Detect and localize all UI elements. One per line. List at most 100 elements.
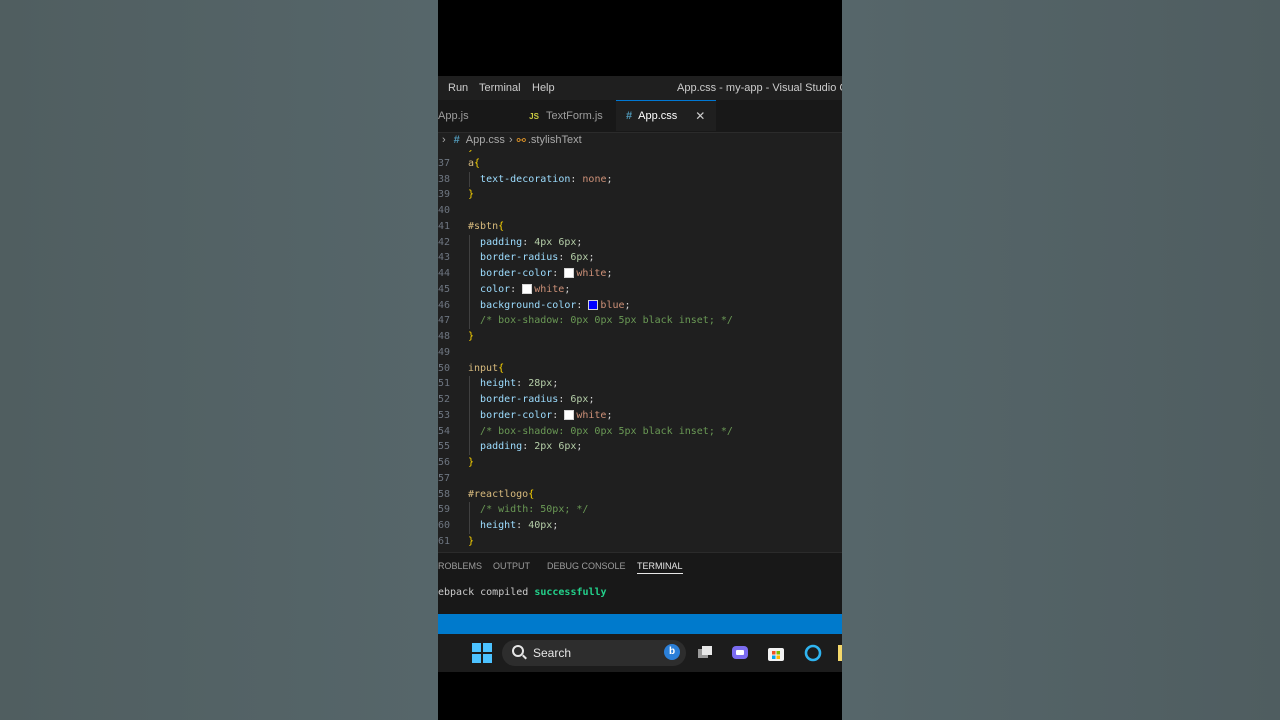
code-text: border-radius: 6px; bbox=[480, 394, 595, 405]
tab-label: TextForm.js bbox=[545, 110, 603, 122]
selector-symbol-icon: ⚯ bbox=[516, 134, 526, 147]
window-title: App.css - my-app - Visual Studio Code bbox=[677, 82, 842, 94]
code-line[interactable]: 60 height: 40px; bbox=[438, 518, 842, 533]
code-line[interactable]: 36} bbox=[438, 150, 842, 155]
breadcrumb: › # App.css › ⚯ .stylishText bbox=[438, 132, 842, 148]
code-line[interactable]: 54 /* box-shadow: 0px 0px 5px black inse… bbox=[438, 424, 842, 439]
breadcrumb-file[interactable]: App.css bbox=[466, 134, 505, 146]
line-number: 49 bbox=[438, 346, 450, 358]
code-line[interactable]: 55 padding: 2px 6px; bbox=[438, 439, 842, 454]
code-line[interactable]: 46 background-color: blue; bbox=[438, 298, 842, 313]
video-backdrop-left bbox=[0, 0, 438, 720]
code-line[interactable]: 43 border-radius: 6px; bbox=[438, 250, 842, 265]
line-number: 42 bbox=[438, 236, 450, 248]
code-line[interactable]: 38 text-decoration: none; bbox=[438, 172, 842, 187]
taskbar-search[interactable]: Search b bbox=[502, 640, 686, 666]
js-file-icon: JS bbox=[529, 111, 539, 121]
task-view-icon[interactable] bbox=[696, 644, 714, 662]
indent-guide bbox=[469, 171, 470, 188]
line-number: 57 bbox=[438, 472, 450, 484]
editor-tabs: App.js JS TextForm.js # App.css ✕ bbox=[438, 100, 842, 133]
code-text: /* width: 50px; */ bbox=[480, 504, 589, 516]
code-text: height: 28px; bbox=[480, 378, 559, 390]
line-number: 41 bbox=[438, 220, 450, 232]
line-number: 44 bbox=[438, 268, 450, 279]
code-text: border-color: white; bbox=[480, 268, 613, 279]
terminal-text: ebpack compiled bbox=[438, 587, 535, 598]
tab-terminal[interactable]: TERMINAL bbox=[637, 561, 683, 574]
tab-textform-js[interactable]: JS TextForm.js bbox=[516, 100, 616, 132]
line-number: 43 bbox=[438, 252, 450, 264]
status-bar bbox=[438, 614, 842, 634]
code-text: /* box-shadow: 0px 0px 5px black inset; … bbox=[480, 315, 733, 327]
code-line[interactable]: 48} bbox=[438, 329, 842, 344]
teams-chat-icon[interactable] bbox=[731, 644, 749, 662]
code-line[interactable]: 37 a{ bbox=[438, 156, 842, 171]
windows-taskbar: Search b bbox=[438, 634, 842, 672]
code-line[interactable]: 41 #sbtn{ bbox=[438, 219, 842, 234]
code-line[interactable]: 40 bbox=[438, 203, 842, 218]
tab-app-css[interactable]: # App.css ✕ bbox=[616, 100, 716, 131]
menu-help[interactable]: Help bbox=[532, 82, 555, 94]
microsoft-store-icon[interactable] bbox=[767, 644, 785, 662]
code-line[interactable]: 51 height: 28px; bbox=[438, 376, 842, 391]
line-number: 58 bbox=[438, 488, 450, 500]
cortana-icon[interactable] bbox=[804, 644, 822, 662]
code-line[interactable]: 49 bbox=[438, 345, 842, 360]
line-number: 46 bbox=[438, 299, 450, 311]
breadcrumb-symbol[interactable]: .stylishText bbox=[528, 134, 582, 146]
menu-run[interactable]: Run bbox=[448, 82, 468, 94]
menu-terminal[interactable]: Terminal bbox=[479, 82, 521, 94]
file-explorer-icon[interactable] bbox=[838, 645, 842, 661]
vscode-window: Run Terminal Help App.css - my-app - Vis… bbox=[438, 76, 842, 634]
line-number: 38 bbox=[438, 173, 450, 185]
tab-label: App.js bbox=[438, 110, 469, 122]
line-number: 45 bbox=[438, 283, 450, 295]
search-label: Search bbox=[533, 646, 572, 660]
code-line[interactable]: 52 border-radius: 6px; bbox=[438, 392, 842, 407]
code-text: background-color: blue; bbox=[480, 299, 631, 311]
terminal-output[interactable]: ebpack compiled successfully bbox=[438, 587, 607, 598]
code-line[interactable]: 56} bbox=[438, 455, 842, 470]
code-line[interactable]: 44 border-color: white; bbox=[438, 266, 842, 281]
code-line[interactable]: 58 #reactlogo{ bbox=[438, 487, 842, 502]
indent-guide bbox=[469, 234, 470, 329]
screen-capture: Run Terminal Help App.css - my-app - Vis… bbox=[438, 0, 842, 720]
code-line[interactable]: 47 /* box-shadow: 0px 0px 5px black inse… bbox=[438, 313, 842, 328]
code-editor[interactable]: 36}37a{38 text-decoration: none;39}4041#… bbox=[438, 150, 842, 552]
code-line[interactable]: 61} bbox=[438, 534, 842, 549]
tab-problems[interactable]: ROBLEMS bbox=[438, 561, 482, 571]
code-text: a{ bbox=[468, 157, 481, 169]
code-text: /* box-shadow: 0px 0px 5px black inset; … bbox=[480, 425, 733, 437]
code-line[interactable]: 50 input{ bbox=[438, 361, 842, 376]
line-number: 51 bbox=[438, 378, 450, 390]
line-number: 37 bbox=[438, 157, 450, 169]
code-line[interactable]: 59 /* width: 50px; */ bbox=[438, 502, 842, 517]
bing-icon[interactable]: b bbox=[664, 644, 680, 660]
tab-output[interactable]: OUTPUT bbox=[493, 561, 530, 571]
chevron-right-icon: › bbox=[508, 134, 513, 146]
code-line[interactable]: 42 padding: 4px 6px; bbox=[438, 235, 842, 250]
title-bar: Run Terminal Help App.css - my-app - Vis… bbox=[438, 76, 842, 100]
line-number: 36 bbox=[438, 150, 450, 155]
line-number: 61 bbox=[438, 535, 450, 547]
code-text: border-color: white; bbox=[480, 409, 613, 421]
windows-start-icon[interactable] bbox=[472, 643, 492, 663]
code-text: #sbtn{ bbox=[468, 220, 505, 232]
code-text: #reactlogo{ bbox=[468, 488, 535, 500]
line-number: 48 bbox=[438, 331, 450, 342]
code-line[interactable]: 39} bbox=[438, 187, 842, 202]
tab-label: App.css bbox=[638, 110, 678, 122]
code-text: border-radius: 6px; bbox=[480, 252, 595, 264]
line-number: 53 bbox=[438, 409, 450, 421]
code-line[interactable]: 57 bbox=[438, 471, 842, 486]
tab-debug-console[interactable]: DEBUG CONSOLE bbox=[547, 561, 626, 571]
code-line[interactable]: 53 border-color: white; bbox=[438, 408, 842, 423]
line-number: 39 bbox=[438, 189, 450, 201]
tab-app-js[interactable]: App.js bbox=[438, 100, 506, 132]
code-text: } bbox=[468, 457, 475, 468]
code-text: text-decoration: none; bbox=[480, 173, 613, 185]
video-backdrop-right bbox=[842, 0, 1280, 720]
close-icon[interactable]: ✕ bbox=[695, 109, 705, 123]
code-line[interactable]: 45 color: white; bbox=[438, 282, 842, 297]
